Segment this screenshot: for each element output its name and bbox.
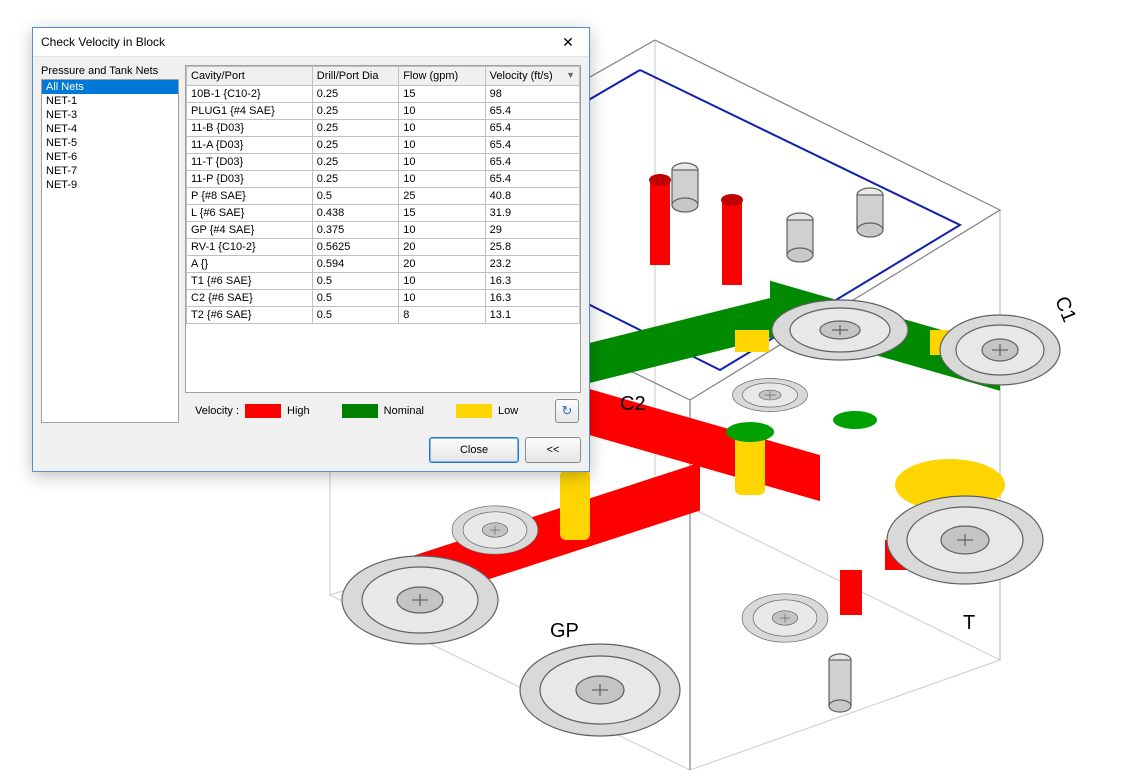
legend-text-high: High bbox=[287, 405, 310, 417]
legend-text-low: Low bbox=[498, 405, 518, 417]
col-velocity[interactable]: Velocity (ft/s) ▼ bbox=[485, 67, 579, 86]
nets-list-item[interactable]: NET-7 bbox=[42, 164, 178, 178]
refresh-button[interactable]: ↻ bbox=[555, 399, 579, 423]
nets-list-item[interactable]: NET-3 bbox=[42, 108, 178, 122]
collapse-button[interactable]: << bbox=[525, 437, 581, 463]
table-row[interactable]: T1 {#6 SAE}0.51016.3 bbox=[187, 273, 580, 290]
dialog-titlebar[interactable]: Check Velocity in Block ✕ bbox=[33, 28, 589, 57]
legend-label: Velocity : bbox=[195, 405, 239, 417]
legend-swatch-high bbox=[245, 404, 281, 418]
table-row[interactable]: T2 {#6 SAE}0.5813.1 bbox=[187, 307, 580, 324]
nets-list-item[interactable]: NET-9 bbox=[42, 178, 178, 192]
table-row[interactable]: A {}0.5942023.2 bbox=[187, 256, 580, 273]
table-row[interactable]: 11-T {D03}0.251065.4 bbox=[187, 154, 580, 171]
col-flow[interactable]: Flow (gpm) bbox=[399, 67, 485, 86]
port-label-c2: C2 bbox=[620, 393, 646, 416]
table-row[interactable]: 11-P {D03}0.251065.4 bbox=[187, 171, 580, 188]
port-label-gp: GP bbox=[550, 620, 579, 643]
table-row[interactable]: GP {#4 SAE}0.3751029 bbox=[187, 222, 580, 239]
legend-swatch-low bbox=[456, 404, 492, 418]
check-velocity-dialog: Check Velocity in Block ✕ Pressure and T… bbox=[32, 27, 590, 472]
table-row[interactable]: 11-A {D03}0.251065.4 bbox=[187, 137, 580, 154]
table-row[interactable]: RV-1 {C10-2}0.56252025.8 bbox=[187, 239, 580, 256]
table-row[interactable]: P {#8 SAE}0.52540.8 bbox=[187, 188, 580, 205]
velocity-grid[interactable]: Cavity/Port Drill/Port Dia Flow (gpm) Ve… bbox=[185, 65, 581, 393]
dialog-title: Check Velocity in Block bbox=[41, 35, 547, 49]
legend-text-nominal: Nominal bbox=[384, 405, 424, 417]
nets-list-item[interactable]: NET-4 bbox=[42, 122, 178, 136]
table-row[interactable]: 11-B {D03}0.251065.4 bbox=[187, 120, 580, 137]
nets-list-label: Pressure and Tank Nets bbox=[41, 65, 179, 77]
table-row[interactable]: C2 {#6 SAE}0.51016.3 bbox=[187, 290, 580, 307]
close-button[interactable]: Close bbox=[429, 437, 519, 463]
legend-swatch-nominal bbox=[342, 404, 378, 418]
nets-list-item[interactable]: All Nets bbox=[42, 80, 178, 94]
table-row[interactable]: L {#6 SAE}0.4381531.9 bbox=[187, 205, 580, 222]
nets-list-item[interactable]: NET-5 bbox=[42, 136, 178, 150]
table-row[interactable]: 10B-1 {C10-2}0.251598 bbox=[187, 86, 580, 103]
nets-list-item[interactable]: NET-1 bbox=[42, 94, 178, 108]
close-icon: ✕ bbox=[562, 34, 574, 51]
col-dia[interactable]: Drill/Port Dia bbox=[312, 67, 398, 86]
velocity-legend: Velocity : High Nominal Low ↻ bbox=[185, 393, 581, 423]
port-label-t: T bbox=[963, 612, 975, 635]
sort-indicator-icon: ▼ bbox=[566, 70, 575, 80]
table-row[interactable]: PLUG1 {#4 SAE}0.251065.4 bbox=[187, 103, 580, 120]
window-close-button[interactable]: ✕ bbox=[547, 28, 589, 56]
refresh-icon: ↻ bbox=[562, 403, 573, 419]
col-cavity[interactable]: Cavity/Port bbox=[187, 67, 313, 86]
nets-list-item[interactable]: NET-6 bbox=[42, 150, 178, 164]
nets-listbox[interactable]: All NetsNET-1NET-3NET-4NET-5NET-6NET-7NE… bbox=[41, 79, 179, 423]
